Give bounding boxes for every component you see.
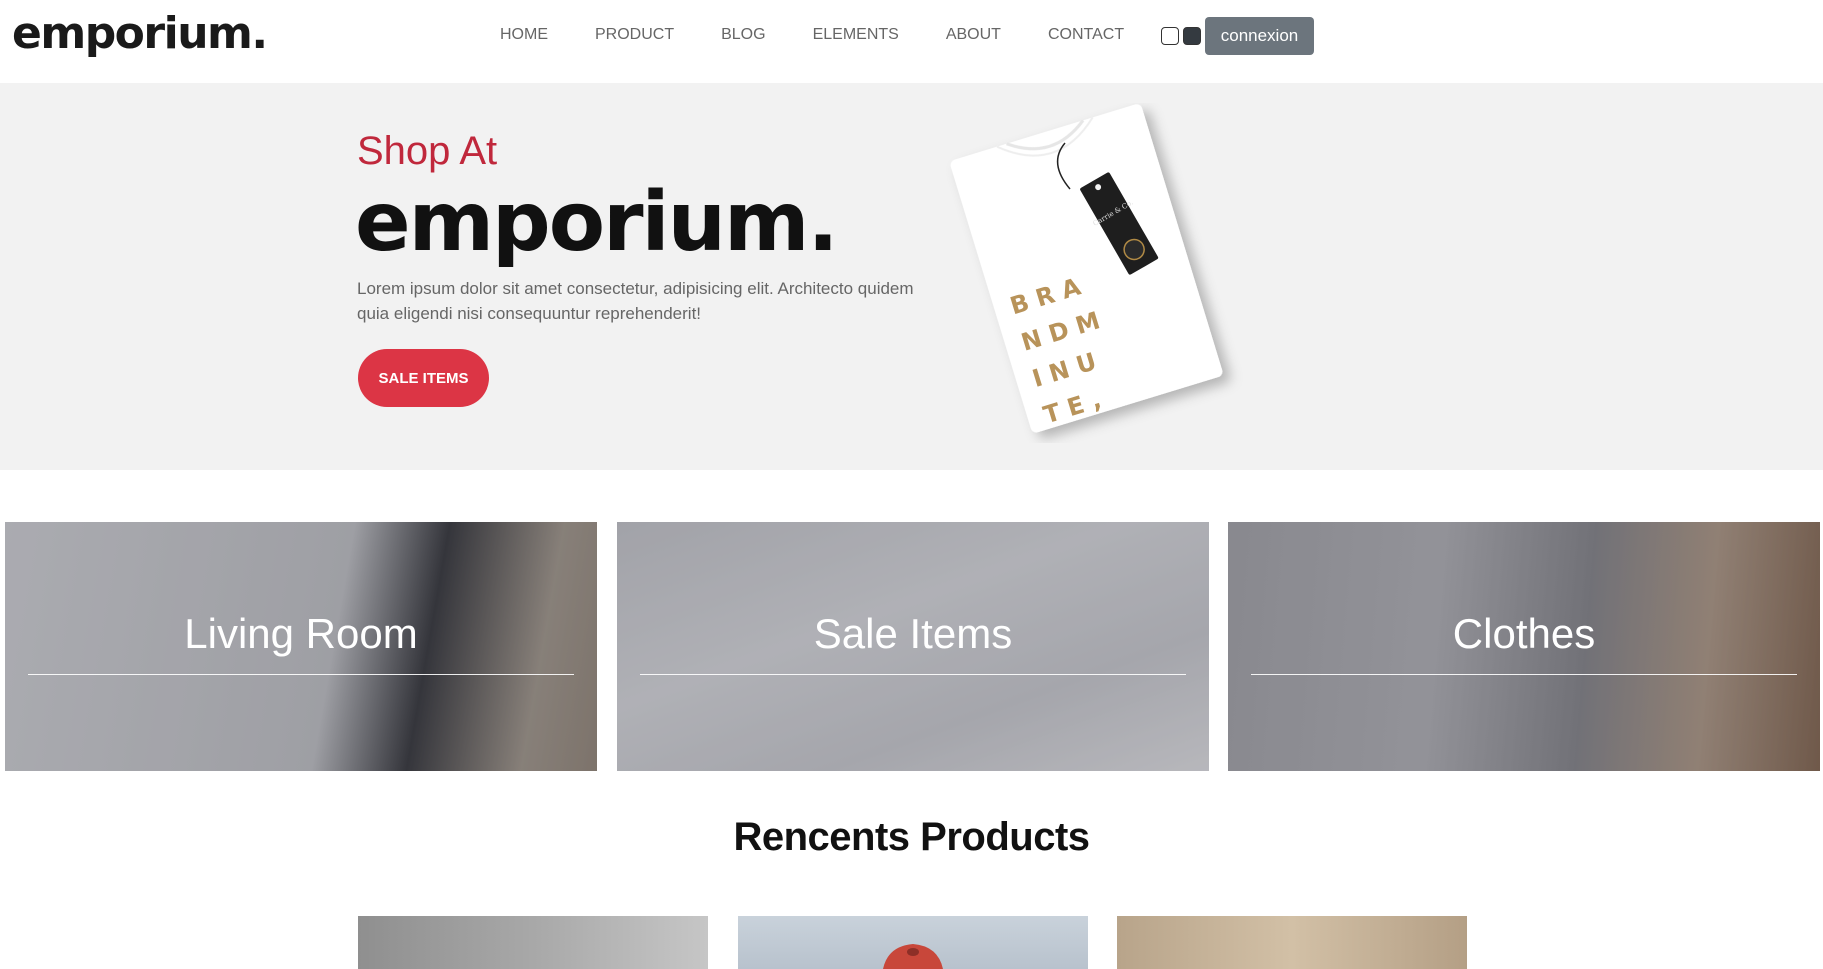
site-logo[interactable]: emporium. xyxy=(12,8,268,59)
nav-about[interactable]: ABOUT xyxy=(946,26,1001,44)
theme-toggle-group xyxy=(1161,27,1201,45)
hero-description: Lorem ipsum dolor sit amet consectetur, … xyxy=(357,279,914,323)
nav-elements[interactable]: ELEMENTS xyxy=(813,26,899,44)
product-card[interactable] xyxy=(1117,916,1467,969)
light-theme-toggle[interactable] xyxy=(1161,27,1179,45)
product-card[interactable] xyxy=(738,916,1088,969)
nav-blog[interactable]: BLOG xyxy=(721,26,765,44)
category-card-sale-items[interactable]: Sale Items xyxy=(617,522,1209,771)
recent-products-title: Rencents Products xyxy=(733,815,1090,859)
tshirt-illustration: Carrie & Co. B R A N D M I N U T E , xyxy=(950,104,1223,433)
nav-contact[interactable]: CONTACT xyxy=(1048,26,1124,44)
main-nav: HOME PRODUCT BLOG ELEMENTS ABOUT CONTACT xyxy=(500,26,1124,44)
connexion-button[interactable]: connexion xyxy=(1205,17,1314,55)
dark-theme-toggle[interactable] xyxy=(1183,27,1201,45)
category-card-clothes[interactable]: Clothes xyxy=(1228,522,1820,771)
nav-home[interactable]: HOME xyxy=(500,26,548,44)
nav-product[interactable]: PRODUCT xyxy=(595,26,674,44)
hero-section: Shop At emporium. Lorem ipsum dolor sit … xyxy=(0,83,1823,470)
category-label: Sale Items xyxy=(813,610,1013,657)
category-card-living-room[interactable]: Living Room xyxy=(5,522,597,771)
tshirt-image: Carrie & Co. B R A N D M I N U T E , xyxy=(930,103,1250,443)
product-image xyxy=(883,944,943,969)
hero-title: emporium. xyxy=(355,175,839,270)
product-card[interactable] xyxy=(358,916,708,969)
sale-items-button[interactable]: SALE ITEMS xyxy=(358,349,489,407)
category-label: Clothes xyxy=(1452,610,1596,657)
category-divider xyxy=(640,674,1186,675)
category-divider xyxy=(28,674,574,675)
hero-kicker: Shop At xyxy=(357,129,498,173)
category-divider xyxy=(1251,674,1797,675)
site-header: emporium. HOME PRODUCT BLOG ELEMENTS ABO… xyxy=(0,0,1823,83)
category-label: Living Room xyxy=(184,610,418,657)
